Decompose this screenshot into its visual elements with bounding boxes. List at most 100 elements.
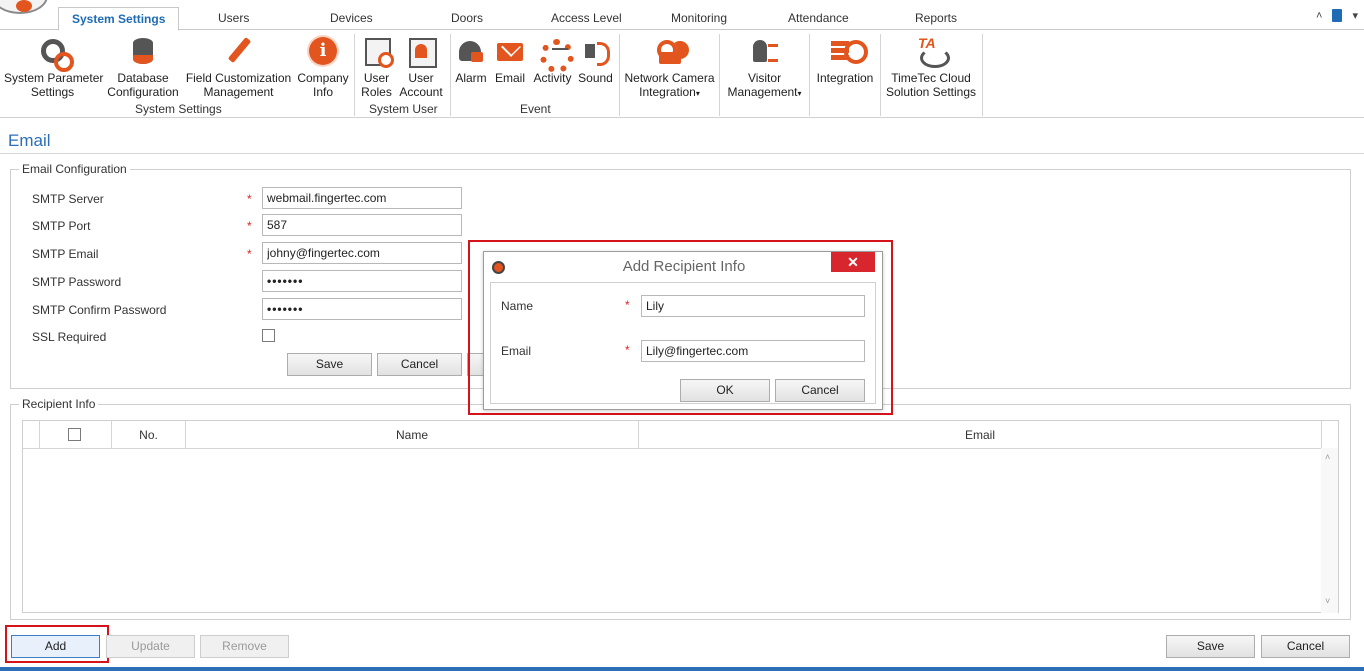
dialog-body: Name * Email * OK Cancel — [490, 282, 876, 404]
button-label: Configuration — [107, 85, 179, 99]
recipient-info-legend: Recipient Info — [19, 397, 99, 411]
ssl-required-checkbox[interactable] — [262, 329, 275, 342]
button-label: Management — [727, 85, 798, 99]
timetec-cloud-solution-settings-button[interactable]: TimeTec Cloud Solution Settings — [884, 33, 978, 99]
tab-doors[interactable]: Doors — [451, 11, 483, 25]
button-label: Network Camera — [624, 71, 715, 85]
button-label: System Parameter — [4, 71, 104, 85]
user-account-button[interactable]: User Account — [397, 33, 445, 99]
group-label-event: Event — [520, 102, 551, 116]
update-button[interactable]: Update — [106, 635, 195, 658]
required-marker: * — [625, 343, 630, 357]
ribbon: System Parameter Settings Database Confi… — [0, 31, 1364, 118]
button-label: Activity — [533, 71, 572, 85]
database-configuration-button[interactable]: Database Configuration — [105, 33, 181, 99]
recipient-email-input[interactable] — [641, 340, 865, 362]
collapse-ribbon-icon[interactable]: ˄ — [1316, 10, 1322, 22]
user-roles-button[interactable]: User Roles — [358, 33, 395, 99]
button-label: User — [363, 71, 390, 85]
column-header-email[interactable]: Email — [639, 421, 1322, 449]
dialog-cancel-button[interactable]: Cancel — [775, 379, 865, 402]
field-customization-management-button[interactable]: Field Customization Management — [185, 33, 292, 99]
add-recipient-dialog: Add Recipient Info ✕ Name * Email * OK C… — [483, 251, 883, 410]
camera-icon — [655, 36, 685, 66]
menu-dropdown-icon[interactable]: ▾ — [1352, 9, 1358, 22]
button-label: Info — [312, 85, 333, 99]
tab-reports[interactable]: Reports — [915, 11, 957, 25]
column-header-name[interactable]: Name — [186, 421, 639, 449]
dialog-ok-button[interactable]: OK — [680, 379, 770, 402]
email-button[interactable]: Email — [493, 33, 527, 85]
sound-icon — [581, 36, 611, 66]
recipient-email-label: Email — [501, 344, 532, 358]
dropdown-arrow-icon: ▾ — [797, 89, 802, 98]
tab-monitoring[interactable]: Monitoring — [671, 11, 727, 25]
alarm-icon — [456, 36, 486, 66]
button-label: Integration — [816, 71, 874, 85]
company-info-button[interactable]: Company Info — [296, 33, 350, 99]
select-all-checkbox[interactable] — [68, 428, 81, 441]
app-logo[interactable] — [0, 0, 48, 14]
visitor-management-button[interactable]: Visitor Management▾ — [723, 33, 806, 101]
integration-button[interactable]: Integration — [813, 33, 877, 85]
office-icon[interactable] — [1332, 9, 1343, 22]
sound-button[interactable]: Sound — [577, 33, 614, 85]
button-label: Visitor — [747, 71, 782, 85]
email-icon — [495, 36, 525, 66]
ribbon-separator — [719, 34, 720, 116]
button-label: Company — [297, 71, 349, 85]
tab-access-level[interactable]: Access Level — [551, 11, 622, 25]
button-label: Email — [494, 71, 525, 85]
button-label: Sound — [578, 71, 613, 85]
config-cancel-button[interactable]: Cancel — [377, 353, 462, 376]
ribbon-separator — [809, 34, 810, 116]
network-camera-integration-button[interactable]: Network Camera Integration▾ — [623, 33, 716, 101]
smtp-server-label: SMTP Server — [32, 192, 104, 206]
activity-button[interactable]: Activity — [531, 33, 574, 85]
button-label: Integration — [639, 85, 696, 99]
ssl-required-label: SSL Required — [32, 330, 107, 344]
timetec-icon — [916, 36, 950, 68]
button-label: TimeTec Cloud — [891, 71, 971, 85]
smtp-server-input[interactable] — [262, 187, 462, 209]
grid-row-indicator-header — [23, 421, 40, 449]
user-roles-icon — [362, 36, 394, 68]
tab-attendance[interactable]: Attendance — [788, 11, 849, 25]
scroll-down-icon[interactable]: ˅ — [1325, 596, 1330, 606]
ribbon-separator — [982, 34, 983, 116]
smtp-password-input[interactable] — [262, 270, 462, 292]
button-label: Database — [117, 71, 169, 85]
gears-icon — [38, 36, 74, 72]
ribbon-separator — [450, 34, 451, 116]
footer-save-button[interactable]: Save — [1166, 635, 1255, 658]
info-icon — [308, 36, 338, 66]
button-label: Settings — [30, 85, 75, 99]
title-divider — [0, 153, 1364, 154]
tab-devices[interactable]: Devices — [330, 11, 373, 25]
dialog-title: Add Recipient Info — [622, 258, 746, 275]
ribbon-separator — [880, 34, 881, 116]
recipient-name-label: Name — [501, 299, 534, 313]
ribbon-separator — [619, 34, 620, 116]
alarm-button[interactable]: Alarm — [454, 33, 488, 85]
remove-button[interactable]: Remove — [200, 635, 289, 658]
dialog-close-button[interactable]: ✕ — [831, 252, 875, 272]
column-header-no[interactable]: No. — [112, 421, 186, 449]
tab-users[interactable]: Users — [218, 11, 249, 25]
grid-vertical-scrollbar[interactable]: ˄ ˅ — [1321, 448, 1338, 613]
select-all-header — [40, 421, 112, 449]
smtp-confirm-password-input[interactable] — [262, 298, 462, 320]
button-label: User — [408, 71, 434, 85]
user-account-icon — [406, 36, 437, 68]
recipient-grid: No. Name Email — [22, 420, 1339, 613]
smtp-email-input[interactable] — [262, 242, 462, 264]
config-save-button[interactable]: Save — [287, 353, 372, 376]
footer-cancel-button[interactable]: Cancel — [1261, 635, 1350, 658]
scroll-up-icon[interactable]: ˄ — [1325, 452, 1330, 462]
system-parameter-settings-button[interactable]: System Parameter Settings — [4, 33, 104, 99]
visitor-icon — [750, 36, 780, 66]
recipient-name-input[interactable] — [641, 295, 865, 317]
add-button[interactable]: Add — [11, 635, 100, 658]
tab-system-settings[interactable]: System Settings — [58, 7, 180, 31]
smtp-port-input[interactable] — [262, 214, 462, 236]
